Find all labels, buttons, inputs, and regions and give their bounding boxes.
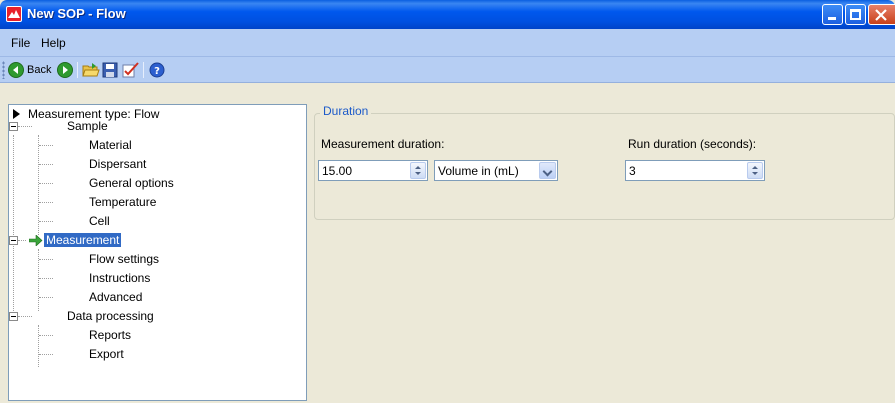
tree-label: General options: [89, 176, 174, 190]
tree-item-instructions[interactable]: Instructions: [89, 269, 150, 287]
tree-label: Dispersant: [89, 157, 147, 171]
toolbar-separator: [143, 62, 144, 78]
duration-group-label: Duration: [320, 104, 372, 118]
tree-item-cell[interactable]: Cell: [89, 212, 110, 230]
minimize-button[interactable]: [822, 4, 843, 25]
tree-connector: [18, 316, 32, 317]
tree-connector: [18, 240, 26, 241]
chevron-down-icon[interactable]: [539, 162, 556, 179]
unit-dropdown-value: Volume in (mL): [438, 163, 519, 178]
tree-label: Measurement: [44, 233, 122, 247]
spin-up-down-icon[interactable]: [410, 162, 426, 179]
tree-connector: [18, 126, 32, 127]
window-title: New SOP - Flow: [27, 6, 126, 21]
collapse-toggle-icon[interactable]: [9, 236, 18, 245]
tree-label: Instructions: [89, 271, 151, 285]
tree-item-export[interactable]: Export: [89, 345, 124, 363]
back-arrow-icon: [8, 62, 24, 78]
tree-label: Sample: [67, 119, 108, 133]
tree-connector: [38, 135, 39, 235]
edit-checklist-icon: [122, 62, 139, 78]
menu-help[interactable]: Help: [41, 36, 66, 50]
run-duration-label: Run duration (seconds):: [628, 137, 757, 151]
tree-label: Reports: [89, 328, 132, 342]
open-button[interactable]: [82, 61, 100, 79]
tree-connector: [39, 183, 53, 184]
open-folder-icon: [82, 63, 100, 77]
tree-connector: [39, 259, 53, 260]
tree-label: Export: [89, 347, 124, 361]
tree-connector: [39, 145, 53, 146]
spin-up-down-icon[interactable]: [747, 162, 763, 179]
tree-connector: [39, 164, 53, 165]
sop-tree[interactable]: Measurement type: Flow Sample Material D…: [8, 104, 307, 401]
toolbar-grip[interactable]: [2, 61, 5, 79]
edit-button[interactable]: [122, 61, 140, 79]
tree-label: Cell: [89, 214, 110, 228]
help-button[interactable]: ?: [149, 61, 165, 79]
current-arrow-icon: [29, 235, 43, 246]
maximize-button[interactable]: [845, 4, 866, 25]
svg-text:?: ?: [154, 66, 160, 77]
toolbar-separator: [77, 62, 78, 78]
run-duration-value: 3: [629, 163, 636, 178]
unit-dropdown[interactable]: Volume in (mL): [434, 160, 558, 181]
menu-bar: File Help: [0, 29, 895, 57]
tree-connector: [39, 354, 53, 355]
collapse-toggle-icon[interactable]: [9, 122, 18, 131]
menu-file[interactable]: File: [11, 36, 30, 50]
measurement-duration-stepper[interactable]: 15.00: [318, 160, 428, 181]
app-icon: [6, 6, 22, 22]
tree-connector: [39, 335, 53, 336]
save-disk-icon: [102, 62, 118, 78]
measurement-duration-value: 15.00: [322, 163, 353, 178]
tree-connector: [38, 325, 39, 367]
back-label: Back: [27, 64, 52, 76]
measurement-duration-label: Measurement duration:: [321, 137, 445, 151]
forward-arrow-icon: [57, 62, 73, 78]
back-button[interactable]: Back: [8, 61, 51, 79]
close-button[interactable]: [868, 4, 895, 25]
tree-label: Advanced: [89, 290, 143, 304]
tree-connector: [39, 297, 53, 298]
tree-connector: [13, 135, 14, 311]
tree-label: Material: [89, 138, 132, 152]
tree-item-reports[interactable]: Reports: [89, 326, 131, 344]
triangle-right-icon: [13, 109, 20, 119]
forward-button[interactable]: [57, 61, 73, 79]
tree-item-data-processing[interactable]: Data processing: [67, 307, 154, 325]
tree-item-sample[interactable]: Sample: [67, 117, 108, 135]
title-bar[interactable]: New SOP - Flow: [0, 0, 895, 29]
save-button[interactable]: [102, 61, 118, 79]
tree-item-measurement[interactable]: Measurement: [44, 231, 122, 249]
toolbar: Back ?: [0, 57, 895, 83]
tree-label: Flow settings: [89, 252, 160, 266]
collapse-toggle-icon[interactable]: [9, 312, 18, 321]
tree-connector: [39, 278, 53, 279]
tree-item-temperature[interactable]: Temperature: [89, 193, 156, 211]
tree-label: Temperature: [89, 195, 157, 209]
tree-item-general-options[interactable]: General options: [89, 174, 174, 192]
tree-item-flow-settings[interactable]: Flow settings: [89, 250, 159, 268]
tree-item-material[interactable]: Material: [89, 136, 132, 154]
tree-item-advanced[interactable]: Advanced: [89, 288, 142, 306]
tree-connector: [39, 221, 53, 222]
help-question-icon: ?: [149, 62, 165, 78]
tree-connector: [39, 202, 53, 203]
run-duration-stepper[interactable]: 3: [625, 160, 765, 181]
tree-label: Data processing: [67, 309, 154, 323]
tree-item-dispersant[interactable]: Dispersant: [89, 155, 146, 173]
